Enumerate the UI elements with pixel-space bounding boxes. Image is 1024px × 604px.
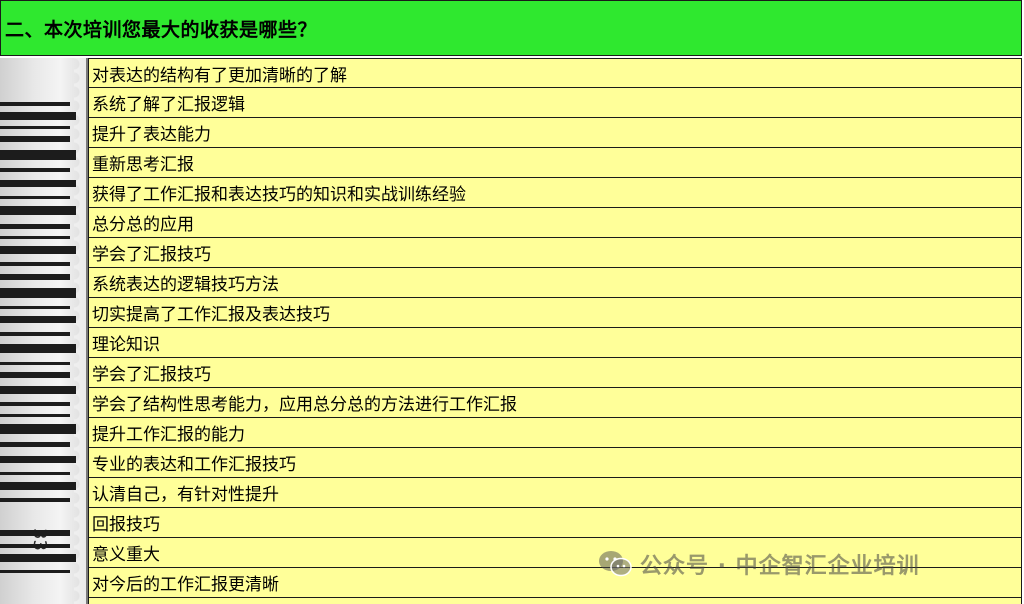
response-row: 提升工作汇报的能力 [89,418,1021,448]
barcode-bar [0,168,70,172]
wechat-icon [599,551,632,577]
slide-page: 二、本次培训您最大的收获是哪些？ 33 对表达的结构有了更加清晰的了解 系统了解了… [0,0,1024,604]
response-row: 认清自己，有针对性提升 [89,478,1021,508]
barcode-label-image: 33 [0,58,88,604]
barcode-bar [0,544,70,548]
barcode-bar [0,196,70,199]
barcode-bar [0,456,76,463]
barcode-bar [0,306,70,309]
barcode-bar [0,386,76,394]
responses-table: 对表达的结构有了更加清晰的了解 系统了解了汇报逻辑 提升了表达能力 重新思考汇报 获得了… [88,58,1022,604]
response-row: 专业的表达和工作汇报技巧 [89,448,1021,478]
barcode-bar [0,498,70,502]
barcode-bar [0,126,70,129]
barcode-bar [0,372,70,378]
barcode-bar [0,112,76,120]
barcode-bar [0,472,70,475]
barcode-bar [0,274,70,280]
response-row: 系统了解了汇报逻辑 [89,88,1021,118]
barcode-bar [0,482,76,490]
barcode-bar [0,246,76,254]
barcode-bar [0,206,76,215]
question-header: 二、本次培训您最大的收获是哪些？ [0,0,1022,56]
response-row: 回报技巧 [89,508,1021,538]
barcode-bar [0,414,70,417]
barcode-bar [0,180,76,187]
response-row: 重新思考汇报 [89,148,1021,178]
barcode-bar [0,424,76,434]
barcode-bar [0,344,76,353]
response-row: 学会了汇报技巧 [89,358,1021,388]
response-row: 获得了工作汇报和表达技巧的知识和实战训练经验 [89,178,1021,208]
watermark: 公众号 · 中企智汇企业培训 [598,548,920,580]
barcode-bar [0,236,70,239]
response-row: 对表达的结构有了更加清晰的了解 [89,58,1021,88]
torn-edge [74,58,86,604]
barcode-bar [0,402,70,406]
barcode-bar [0,570,70,573]
barcode-bar [0,442,70,447]
question-title: 二、本次培训您最大的收获是哪些？ [5,18,318,41]
response-row: 总分总的应用 [89,208,1021,238]
barcode-bar [0,150,76,160]
barcode-bar [0,288,76,298]
barcode-bar [0,554,76,562]
response-row: 理论知识 [89,328,1021,358]
response-row: 切实提高了工作汇报及表达技巧 [89,298,1021,328]
response-row: 系统表达的逻辑技巧方法 [89,268,1021,298]
barcode-bar [0,136,70,142]
barcode-bar [0,362,70,365]
barcode-bar [0,530,70,536]
response-row: 提升了表达能力 [89,118,1021,148]
watermark-text: 公众号 · 中企智汇企业培训 [640,554,920,579]
barcode-bar [0,332,70,336]
barcode-bar [0,262,70,266]
response-row: 学会了结构性思考能力，应用总分总的方法进行工作汇报 [89,388,1021,418]
response-row: 学会了汇报技巧 [89,238,1021,268]
barcode-bar [0,102,70,106]
barcode-bar [0,316,76,323]
barcode-bar [0,224,70,229]
